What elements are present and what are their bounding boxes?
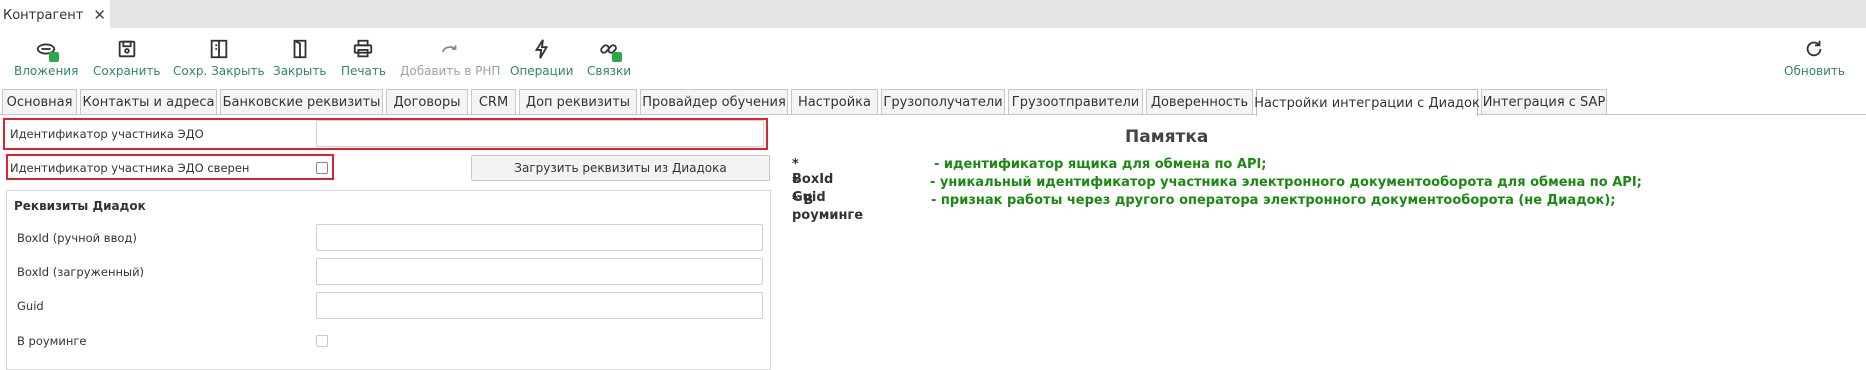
refresh-icon [1801, 36, 1827, 62]
roaming-checkbox[interactable] [316, 335, 328, 347]
close-label: Закрыть [273, 64, 327, 78]
memo-text: - уникальный идентификатор участника эле… [930, 175, 1642, 190]
tab-main[interactable]: Основная [2, 89, 77, 114]
tab-power-of-attorney[interactable]: Доверенность [1146, 89, 1253, 114]
save-icon [114, 36, 140, 62]
save-close-icon [206, 36, 232, 62]
refresh-button[interactable]: Обновить [1784, 36, 1845, 78]
load-from-diadoc-button[interactable]: Загрузить реквизиты из Диадока [471, 155, 770, 181]
add-to-rnp-label: Добавить в РНП [400, 64, 501, 78]
tab-settings[interactable]: Настройка [791, 89, 878, 114]
lightning-icon [529, 36, 555, 62]
close-button[interactable]: Закрыть [273, 36, 326, 78]
boxid-loaded-input[interactable] [316, 258, 763, 285]
tab-sap-integration[interactable]: Интеграция с SAP [1481, 89, 1607, 114]
tab-contacts[interactable]: Контакты и адреса [80, 89, 217, 114]
tab-consignees[interactable]: Грузополучатели [881, 89, 1005, 114]
print-label: Печать [341, 64, 386, 78]
guid-input[interactable] [316, 292, 763, 319]
form-tabs: Основная Контакты и адреса Банковские ре… [0, 89, 1866, 116]
boxid-manual-label: BoxId (ручной ввод) [17, 231, 137, 245]
links-label: Связки [587, 64, 632, 78]
tab-contracts[interactable]: Договоры [386, 89, 468, 114]
diadoc-settings-panel: Идентификатор участника ЭДО Идентификато… [0, 115, 1866, 370]
edo-id-input[interactable] [316, 120, 764, 147]
boxid-manual-input[interactable] [316, 224, 763, 251]
print-button[interactable]: Печать [341, 36, 386, 78]
tab-training-provider[interactable]: Провайдер обучения [640, 89, 788, 114]
memo-key: * В роуминге [792, 193, 864, 223]
diadoc-details-title: Реквизиты Диадок [14, 199, 146, 213]
printer-icon [350, 36, 376, 62]
tab-extra-details[interactable]: Доп реквизиты [519, 89, 637, 114]
memo-text: - идентификатор ящика для обмена по API; [934, 157, 1267, 172]
refresh-label: Обновить [1784, 64, 1845, 78]
close-icon[interactable]: ✕ [93, 6, 106, 24]
paperclip-icon [33, 36, 60, 62]
redo-icon [437, 36, 463, 62]
save-label: Сохранить [93, 64, 161, 78]
operations-label: Операции [510, 64, 574, 78]
door-icon [287, 36, 313, 62]
memo-title: Памятка [1125, 127, 1209, 147]
tab-shippers[interactable]: Грузоотправители [1008, 89, 1143, 114]
attachments-button[interactable]: Вложения [14, 36, 78, 78]
edo-verified-label: Идентификатор участника ЭДО сверен [10, 161, 250, 175]
tab-diadoc-integration[interactable]: Настройки интеграции с Диадок [1254, 89, 1480, 116]
edo-verified-checkbox[interactable] [316, 162, 328, 174]
tab-crm[interactable]: CRM [471, 89, 516, 114]
edo-id-label: Идентификатор участника ЭДО [10, 127, 204, 141]
operations-button[interactable]: Операции [510, 36, 573, 78]
document-tab-strip: Контрагент ✕ [0, 0, 1866, 30]
add-to-rnp-button[interactable]: Добавить в РНП [400, 36, 500, 78]
save-button[interactable]: Сохранить [93, 36, 161, 78]
document-tab-title: Контрагент [3, 7, 84, 23]
link-icon [596, 36, 623, 62]
guid-label: Guid [17, 299, 44, 313]
tab-bank-details[interactable]: Банковские реквизиты [220, 89, 383, 114]
roaming-label: В роуминге [17, 334, 87, 348]
document-tab[interactable]: Контрагент ✕ [0, 0, 110, 30]
links-button[interactable]: Связки [587, 36, 631, 78]
toolbar: Вложения Сохранить Сохр. Закрыть Закрыть… [0, 28, 1866, 85]
memo-text: - признак работы через другого оператора… [931, 193, 1616, 208]
boxid-loaded-label: BoxId (загруженный) [17, 265, 145, 279]
attachments-label: Вложения [14, 64, 79, 78]
save-close-button[interactable]: Сохр. Закрыть [173, 36, 265, 78]
save-close-label: Сохр. Закрыть [173, 64, 265, 78]
